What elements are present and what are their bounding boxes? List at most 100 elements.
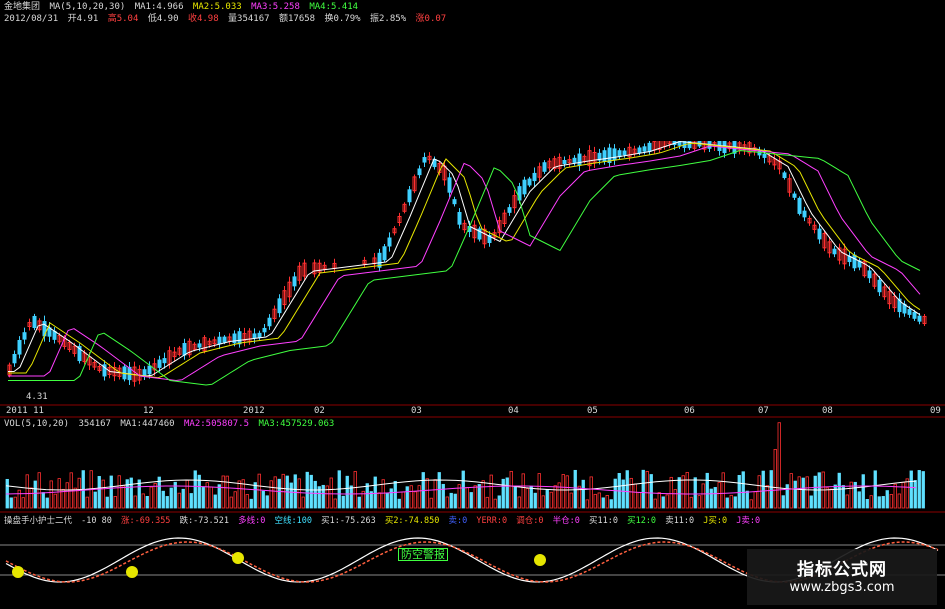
volume-bar	[109, 475, 113, 509]
candlestick	[262, 327, 267, 333]
volume-bar	[877, 496, 881, 509]
volume-bar	[269, 480, 273, 509]
volume-bar	[297, 478, 301, 509]
candlestick	[147, 365, 152, 375]
x-label: 04	[508, 406, 519, 416]
volume-bar	[461, 470, 465, 509]
smiley-icon	[12, 566, 24, 578]
volume-bar	[889, 494, 893, 509]
volume-bar	[373, 476, 377, 509]
volume-bar	[233, 491, 237, 509]
volume-bar	[341, 495, 345, 509]
volume-bar	[685, 472, 689, 509]
x-label: 07	[758, 406, 769, 416]
volume-bar	[369, 491, 373, 509]
volume-bar	[641, 469, 645, 509]
ma-params: MA(5,10,20,30)	[49, 2, 126, 12]
volume-bar	[413, 491, 417, 509]
volume-bar	[505, 477, 509, 509]
volume-bar	[897, 493, 901, 509]
volume-bar	[273, 476, 277, 509]
volume-bar	[729, 494, 733, 509]
smiley-icon	[232, 552, 244, 564]
volume-bar	[533, 492, 537, 509]
indicator-mai12: 买12:0	[627, 516, 657, 526]
candlestick	[782, 172, 787, 179]
volume-bar	[733, 496, 737, 509]
volume-bar	[433, 479, 437, 509]
volume-bar	[869, 495, 873, 509]
volume-bar	[445, 496, 449, 509]
volume-bar	[541, 495, 545, 509]
volume-bar	[49, 480, 53, 509]
candlestick	[642, 146, 647, 152]
volume-bar	[25, 474, 29, 509]
volume-bar	[609, 499, 613, 509]
smiley-icon	[126, 566, 138, 578]
candlestick	[182, 343, 187, 356]
quote-turnover: 换0.79%	[324, 14, 361, 24]
candlestick	[17, 339, 22, 355]
volume-bar	[921, 471, 925, 509]
volume-bar	[85, 496, 89, 509]
volume-bar	[245, 494, 249, 509]
indicator-mai1: 买1:-75.263	[321, 516, 376, 526]
volume-bar	[693, 477, 697, 509]
volume-bar	[485, 496, 489, 509]
volume-bar	[525, 488, 529, 509]
volume-bar	[909, 470, 913, 509]
x-label: 08	[822, 406, 833, 416]
volume-bar	[301, 496, 305, 509]
watermark-logo: 指标公式网 www.zbgs3.com	[747, 549, 937, 605]
quote-change: 涨0.07	[415, 14, 447, 24]
volume-bar	[101, 479, 105, 509]
volume-bar	[793, 480, 797, 509]
candlestick	[422, 157, 427, 163]
candlestick	[12, 353, 17, 364]
volume-bar	[169, 487, 173, 509]
low-price-marker: 4.31	[26, 392, 48, 402]
defense-warning-label: 防空警报	[398, 548, 448, 561]
volume-bar	[249, 498, 253, 509]
volume-bar	[561, 474, 565, 509]
volume-bar	[801, 477, 805, 509]
volume-bar	[701, 483, 705, 509]
volume-bar	[145, 496, 149, 509]
candlestick	[32, 315, 37, 329]
volume-bar	[17, 489, 21, 509]
volume-bar	[429, 497, 433, 509]
indicator-mai11b: 卖11:0	[665, 516, 695, 526]
volume-bar	[497, 495, 501, 509]
volume-bar	[629, 477, 633, 509]
indicator-header: 操盘手小护士二代 -10 80 涨:-69.355 跌:-73.521 多线:0…	[4, 516, 764, 527]
candlestick	[257, 332, 262, 338]
candlestick	[277, 298, 282, 314]
volume-bar	[393, 481, 397, 509]
indicator-die: 跌:-73.521	[179, 516, 230, 526]
candlestick	[912, 311, 917, 319]
volume-bar	[33, 480, 37, 509]
volume-bar	[829, 488, 833, 509]
volume-bar	[141, 493, 145, 509]
volume-bar	[613, 478, 617, 509]
volume-bar	[121, 485, 125, 509]
volume-bar	[377, 492, 381, 509]
volume-bar	[881, 496, 885, 509]
quote-low: 低4.90	[147, 14, 179, 24]
volume-bar	[45, 497, 49, 509]
volume-bar	[417, 485, 421, 509]
candlestick	[572, 157, 577, 163]
volume-bar	[37, 472, 41, 509]
candlestick	[157, 359, 162, 368]
candlestick	[252, 333, 257, 339]
ma3-line	[8, 145, 921, 382]
volume-bar	[741, 471, 745, 509]
volume-bar	[905, 478, 909, 509]
indicator-name: 操盘手小护士二代	[4, 516, 73, 526]
volume-bar	[773, 449, 777, 509]
volume-bar	[113, 496, 117, 509]
volume-bar	[745, 490, 749, 509]
ma2-line	[8, 142, 921, 379]
occlusion-block	[540, 24, 945, 141]
candlestick	[852, 254, 857, 269]
